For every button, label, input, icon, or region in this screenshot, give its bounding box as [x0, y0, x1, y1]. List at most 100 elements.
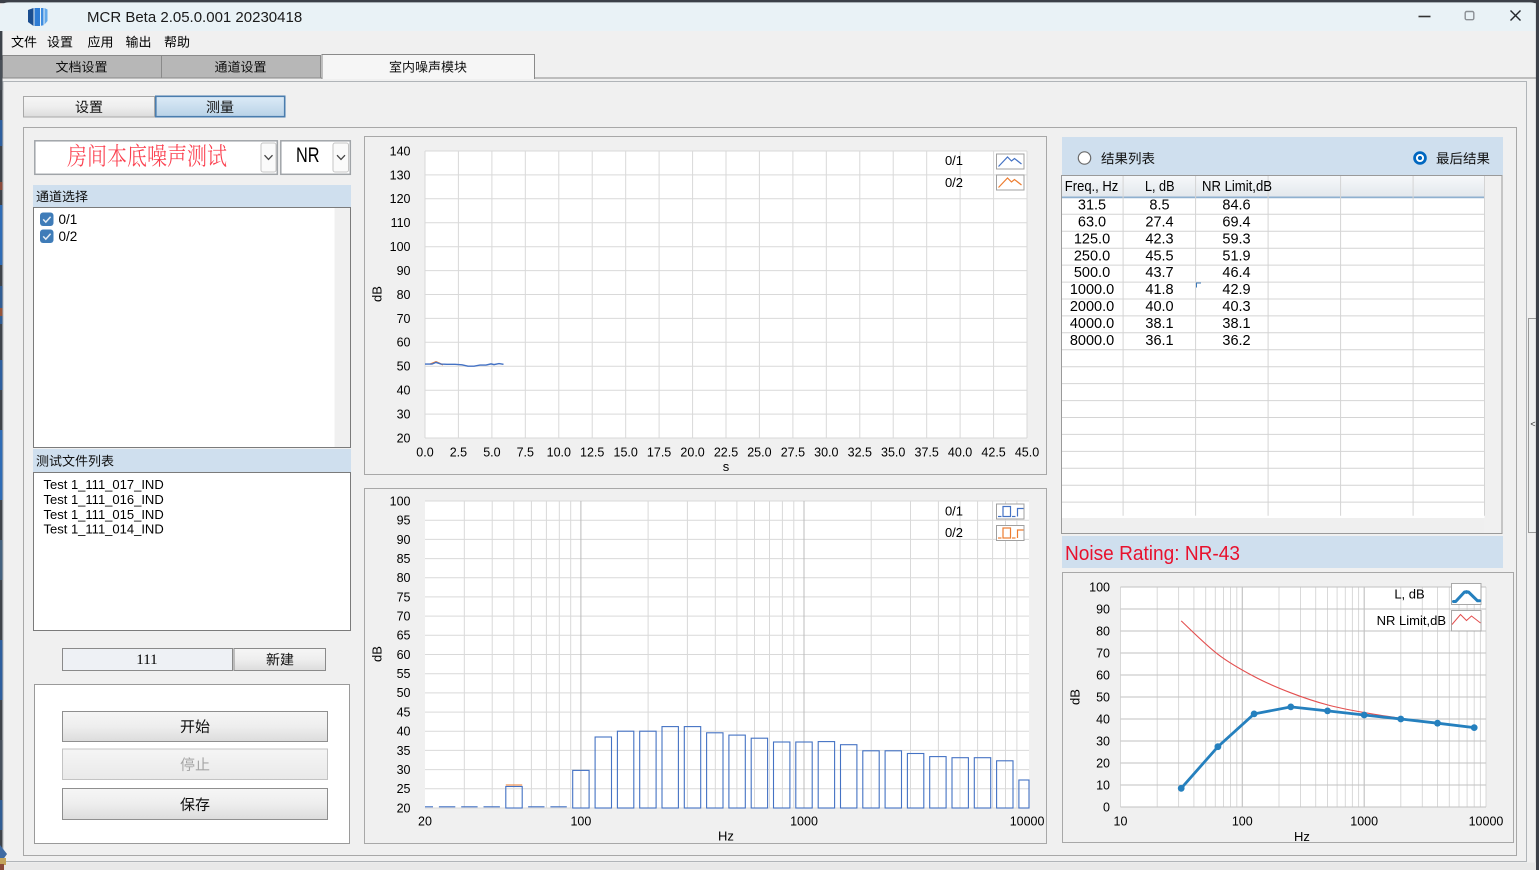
svg-text:2.5: 2.5	[450, 445, 467, 459]
svg-text:Test 1_111_015_IND: Test 1_111_015_IND	[44, 507, 164, 522]
svg-text:100: 100	[570, 814, 591, 828]
svg-text:MCR Beta 2.05.0.001 20230418: MCR Beta 2.05.0.001 20230418	[87, 9, 302, 26]
svg-text:25: 25	[397, 782, 411, 796]
svg-text:40: 40	[397, 384, 411, 398]
svg-text:10: 10	[1114, 814, 1128, 828]
svg-text:100: 100	[1232, 814, 1253, 828]
svg-text:32.5: 32.5	[848, 445, 872, 459]
svg-text:0/1: 0/1	[945, 504, 963, 519]
svg-text:40.0: 40.0	[948, 445, 972, 459]
svg-text:10000: 10000	[1010, 814, 1045, 828]
svg-text:<: <	[1530, 419, 1535, 429]
svg-text:36.1: 36.1	[1145, 333, 1173, 349]
svg-text:17.5: 17.5	[647, 445, 671, 459]
svg-text:dB: dB	[370, 286, 385, 302]
svg-text:50: 50	[397, 686, 411, 700]
svg-text:0/1: 0/1	[59, 212, 78, 227]
svg-text:10.0: 10.0	[547, 445, 571, 459]
svg-text:20: 20	[418, 814, 432, 828]
svg-text:10000: 10000	[1469, 814, 1504, 828]
svg-text:42.3: 42.3	[1145, 231, 1173, 247]
svg-text:20: 20	[397, 801, 411, 815]
svg-text:130: 130	[390, 168, 411, 182]
svg-text:20.0: 20.0	[680, 445, 704, 459]
svg-text:12.5: 12.5	[580, 445, 604, 459]
svg-text:0.0: 0.0	[416, 445, 433, 459]
svg-text:51.9: 51.9	[1222, 248, 1250, 264]
svg-text:0/2: 0/2	[945, 175, 963, 190]
svg-text:90: 90	[397, 533, 411, 547]
svg-text:1000.0: 1000.0	[1070, 282, 1114, 298]
svg-text:46.4: 46.4	[1222, 265, 1250, 281]
svg-text:1000: 1000	[790, 814, 818, 828]
svg-text:0/2: 0/2	[59, 229, 78, 244]
svg-text:8000.0: 8000.0	[1070, 333, 1114, 349]
svg-text:140: 140	[390, 144, 411, 158]
svg-text:38.1: 38.1	[1222, 316, 1250, 332]
svg-text:40.3: 40.3	[1222, 299, 1250, 315]
svg-text:250.0: 250.0	[1074, 248, 1110, 264]
svg-text:Hz: Hz	[718, 829, 734, 844]
svg-text:70: 70	[1096, 646, 1110, 660]
svg-text:1000: 1000	[1350, 814, 1378, 828]
svg-text:50: 50	[397, 360, 411, 374]
svg-text:63.0: 63.0	[1078, 214, 1106, 230]
svg-text:120: 120	[390, 192, 411, 206]
svg-text:500.0: 500.0	[1074, 265, 1110, 281]
svg-text:59.3: 59.3	[1222, 231, 1250, 247]
svg-text:85: 85	[397, 552, 411, 566]
svg-text:95: 95	[397, 514, 411, 528]
svg-text:40: 40	[397, 725, 411, 739]
svg-text:0/2: 0/2	[945, 525, 963, 540]
svg-text:22.5: 22.5	[714, 445, 738, 459]
svg-text:60: 60	[397, 336, 411, 350]
svg-text:27.5: 27.5	[781, 445, 805, 459]
svg-text:38.1: 38.1	[1145, 316, 1173, 332]
svg-text:40: 40	[1096, 712, 1110, 726]
svg-text:43.7: 43.7	[1145, 265, 1173, 281]
svg-text:30.0: 30.0	[814, 445, 838, 459]
svg-text:60: 60	[397, 648, 411, 662]
svg-text:35: 35	[397, 744, 411, 758]
svg-text:100: 100	[1089, 580, 1110, 594]
svg-text:0/1: 0/1	[945, 153, 963, 168]
svg-text:dB: dB	[370, 646, 385, 662]
svg-text:90: 90	[397, 264, 411, 278]
svg-text:80: 80	[1096, 624, 1110, 638]
svg-text:4000.0: 4000.0	[1070, 316, 1114, 332]
svg-text:42.5: 42.5	[981, 445, 1005, 459]
svg-text:7.5: 7.5	[517, 445, 534, 459]
svg-text:20: 20	[1096, 756, 1110, 770]
svg-text:27.4: 27.4	[1145, 214, 1173, 230]
svg-text:37.5: 37.5	[915, 445, 939, 459]
svg-text:31.5: 31.5	[1078, 198, 1106, 214]
svg-text:Test 1_111_014_IND: Test 1_111_014_IND	[44, 522, 164, 537]
svg-text:40.0: 40.0	[1145, 299, 1173, 315]
svg-text:70: 70	[397, 610, 411, 624]
svg-text:s: s	[723, 459, 730, 474]
svg-text:30: 30	[1096, 734, 1110, 748]
svg-text:Hz: Hz	[1294, 829, 1310, 844]
svg-text:Test 1_111_017_IND: Test 1_111_017_IND	[44, 477, 164, 492]
svg-text:50: 50	[1096, 690, 1110, 704]
svg-text:30: 30	[397, 763, 411, 777]
svg-text:NR Limit,dB: NR Limit,dB	[1202, 179, 1272, 195]
svg-text:111: 111	[136, 652, 157, 668]
svg-text:65: 65	[397, 629, 411, 643]
svg-text:35.0: 35.0	[881, 445, 905, 459]
svg-text:42.9: 42.9	[1222, 282, 1250, 298]
svg-text:60: 60	[1096, 668, 1110, 682]
svg-text:41.8: 41.8	[1145, 282, 1173, 298]
svg-text:125.0: 125.0	[1074, 231, 1110, 247]
svg-text:100: 100	[390, 494, 411, 508]
svg-text:69.4: 69.4	[1222, 214, 1250, 230]
svg-text:55: 55	[397, 667, 411, 681]
svg-text:Noise Rating: NR-43: Noise Rating: NR-43	[1065, 542, 1240, 565]
svg-text:45.5: 45.5	[1145, 248, 1173, 264]
svg-text:10: 10	[1096, 778, 1110, 792]
svg-text:25.0: 25.0	[747, 445, 771, 459]
svg-text:15.0: 15.0	[614, 445, 638, 459]
svg-text:Freq., Hz: Freq., Hz	[1065, 179, 1119, 195]
svg-text:110: 110	[391, 216, 411, 230]
svg-text:84.6: 84.6	[1222, 198, 1250, 214]
